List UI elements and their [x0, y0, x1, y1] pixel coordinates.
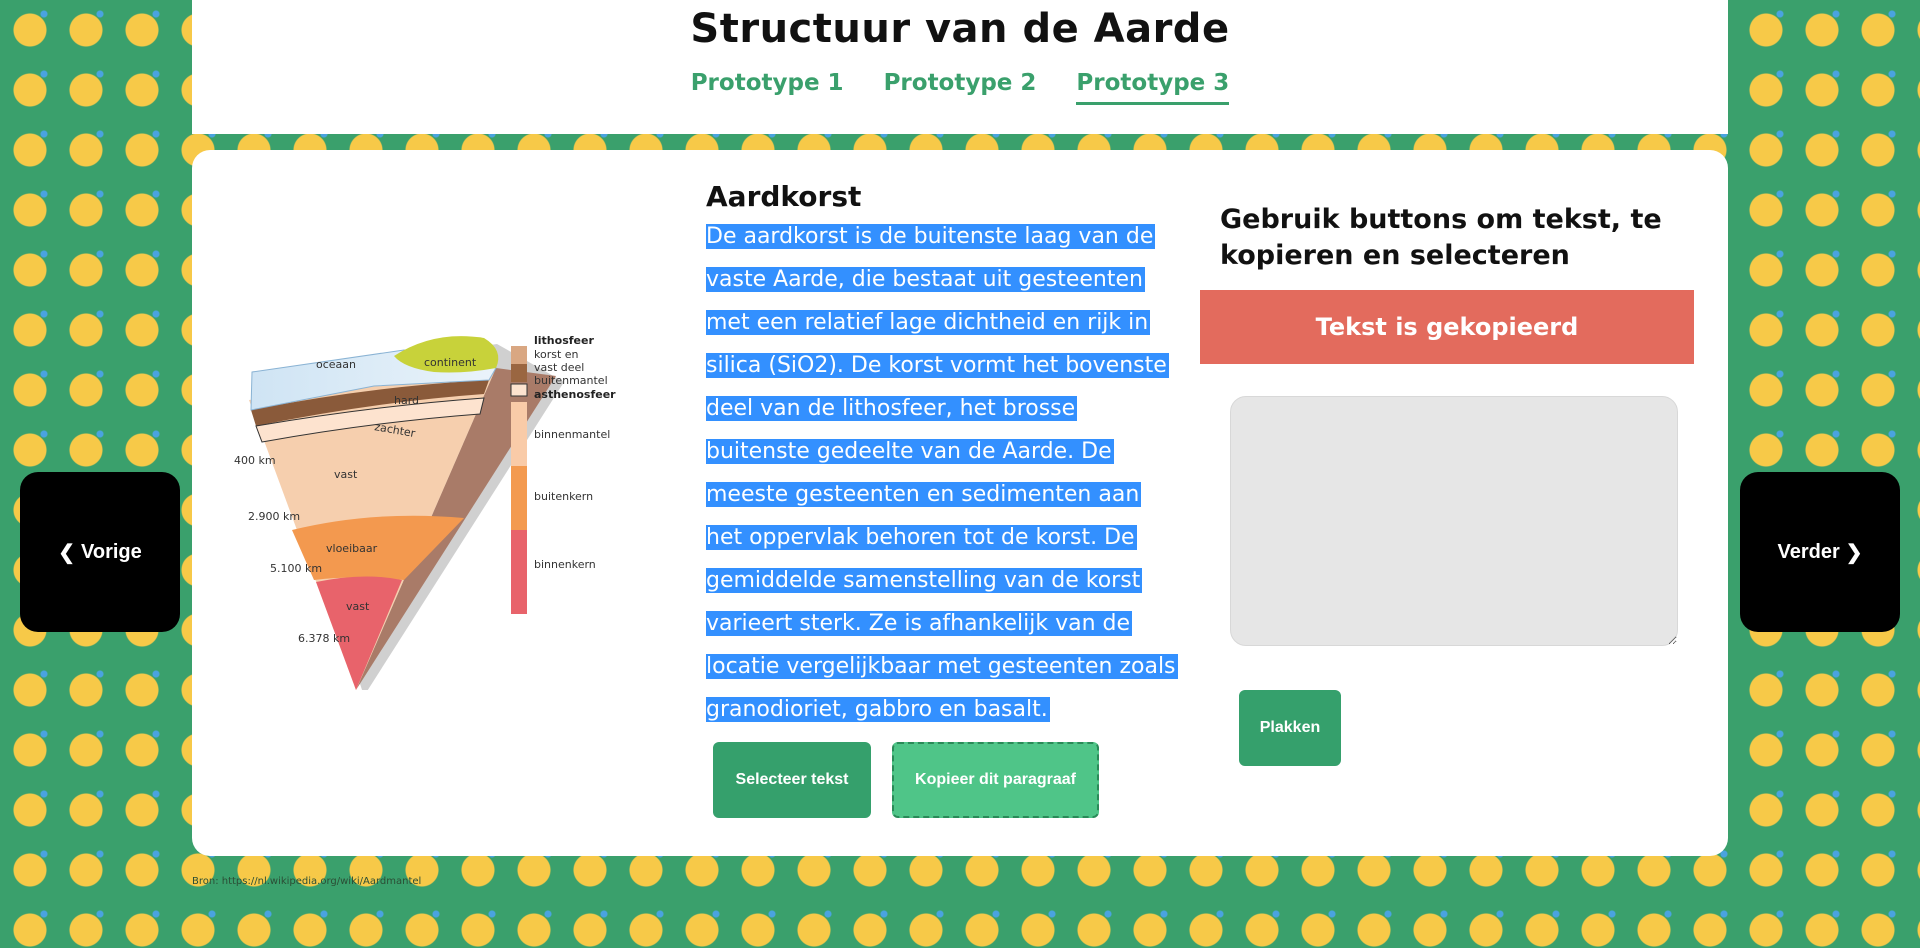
- prototype-tabs: Prototype 1 Prototype 2 Prototype 3: [192, 70, 1728, 105]
- depth-5100: 5.100 km: [270, 562, 322, 575]
- label-hard: hard: [394, 394, 419, 407]
- legend-inner-mantle: binnenmantel: [534, 428, 610, 441]
- legend-swatch-asthenosphere: [510, 383, 528, 397]
- previous-label: Vorige: [81, 540, 142, 563]
- tab-prototype-1[interactable]: Prototype 1: [691, 70, 844, 105]
- section-title: Aardkorst: [706, 180, 862, 213]
- legend-swatch-outer-mantle: [511, 364, 527, 382]
- tab-prototype-2[interactable]: Prototype 2: [884, 70, 1037, 105]
- label-liquid: vloeibaar: [326, 542, 378, 555]
- paste-textarea[interactable]: [1230, 396, 1678, 646]
- paste-button[interactable]: Plakken: [1239, 690, 1341, 766]
- helper-section: Gebruik buttons om tekst, te kopieren en…: [1200, 202, 1712, 364]
- source-credit: Bron: https://nl.wikipedia.org/wiki/Aard…: [192, 876, 422, 887]
- depth-6378: 6.378 km: [298, 632, 350, 645]
- next-button[interactable]: Verder ❯: [1740, 472, 1900, 632]
- legend-outer-mantle: buitenmantel: [534, 374, 608, 387]
- legend-swatch-inner-mantle: [511, 402, 527, 466]
- earth-structure-diagram: oceaan continent hard zachter vast vloei…: [234, 334, 616, 690]
- selected-paragraph[interactable]: De aardkorst is de buitenste laag van de…: [706, 215, 1178, 731]
- depth-400: 400 km: [234, 454, 276, 467]
- chevron-left-icon: ❮: [58, 541, 75, 564]
- chevron-right-icon: ❯: [1845, 541, 1863, 564]
- tab-prototype-3[interactable]: Prototype 3: [1076, 70, 1230, 105]
- next-label: Verder: [1777, 540, 1840, 563]
- copied-toast: Tekst is gekopieerd: [1200, 290, 1694, 364]
- copy-paragraph-button[interactable]: Kopieer dit paragraaf: [892, 742, 1099, 818]
- page-header: Structuur van de Aarde Prototype 1 Proto…: [192, 0, 1728, 134]
- label-continent: continent: [424, 356, 477, 369]
- legend-lithosphere: lithosfeer: [534, 334, 594, 347]
- previous-button[interactable]: ❮ Vorige: [20, 472, 180, 632]
- legend-swatch-crust: [511, 346, 527, 364]
- label-ocean: oceaan: [316, 358, 356, 371]
- legend-crust-and: korst en: [534, 348, 579, 361]
- legend-swatch-outer-core: [511, 466, 527, 530]
- paragraph-text[interactable]: De aardkorst is de buitenste laag van de…: [706, 224, 1178, 722]
- legend-solid-part: vast deel: [534, 361, 584, 374]
- content-card: oceaan continent hard zachter vast vloei…: [192, 150, 1728, 856]
- page-title: Structuur van de Aarde: [690, 6, 1230, 52]
- legend-swatch-inner-core: [511, 530, 527, 614]
- paragraph-section: Aardkorst De aardkorst is de buitenste l…: [706, 180, 1178, 731]
- depth-2900: 2.900 km: [248, 510, 300, 523]
- select-text-button[interactable]: Selecteer tekst: [713, 742, 871, 818]
- label-solid-core: vast: [346, 600, 370, 613]
- legend-inner-core: binnenkern: [534, 558, 596, 571]
- helper-title: Gebruik buttons om tekst, te kopieren en…: [1220, 204, 1662, 271]
- legend-asthenosphere: asthenosfeer: [534, 388, 616, 401]
- legend-outer-core: buitenkern: [534, 490, 593, 503]
- label-solid-mantle: vast: [334, 468, 358, 481]
